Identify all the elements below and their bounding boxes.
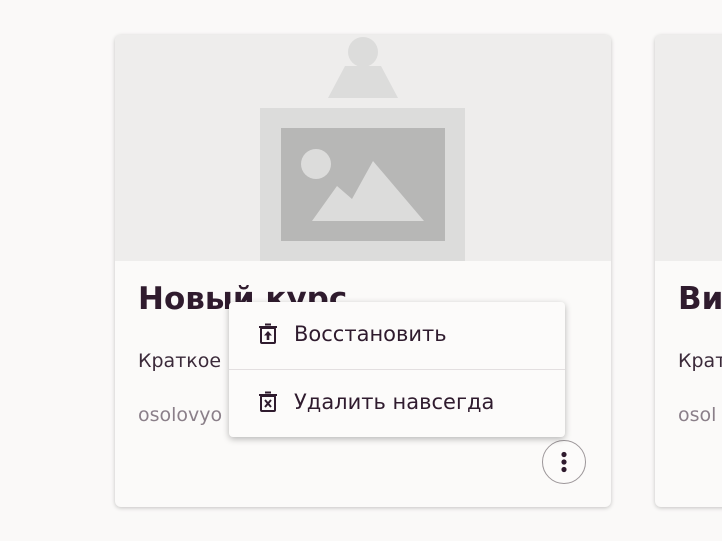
image-placeholder-icon	[260, 37, 465, 261]
menu-divider	[229, 369, 565, 370]
course-list: Новый курс Краткое osolovyo Ви Крат osol…	[0, 0, 722, 541]
course-thumbnail	[655, 35, 722, 261]
more-vertical-icon	[561, 451, 567, 473]
more-options-button[interactable]	[542, 440, 586, 484]
course-title[interactable]: Ви	[678, 281, 722, 317]
restore-menu-item[interactable]: Восстановить	[229, 304, 565, 364]
delete-forever-menu-item[interactable]: Удалить навсегда	[229, 372, 565, 432]
course-author: osolovyo	[138, 404, 223, 426]
restore-icon	[259, 323, 277, 344]
course-card[interactable]: Ви Крат osol	[655, 35, 722, 507]
context-menu: Восстановить Удалить навсегда	[229, 302, 565, 437]
course-author: osol	[678, 404, 717, 426]
delete-forever-icon	[259, 391, 277, 412]
delete-forever-label: Удалить навсегда	[294, 390, 495, 414]
course-description: Краткое	[138, 350, 222, 372]
restore-label: Восстановить	[294, 322, 447, 346]
course-description: Крат	[678, 350, 722, 372]
course-thumbnail	[115, 35, 611, 261]
